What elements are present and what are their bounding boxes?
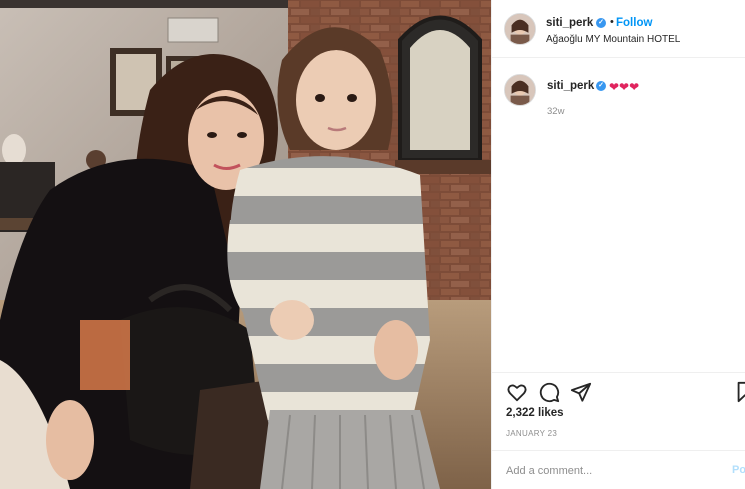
caption-verified-badge-icon: ✓ — [596, 81, 606, 91]
comment-input[interactable] — [506, 462, 706, 480]
caption-avatar-icon[interactable] — [504, 74, 536, 106]
heart-outline-icon[interactable] — [506, 381, 528, 403]
add-comment-section: Po — [492, 450, 745, 489]
separator-dot: • — [610, 16, 614, 28]
follow-button[interactable]: Follow — [616, 17, 652, 29]
post-photo-image — [0, 0, 491, 489]
post-photo[interactable] — [0, 0, 491, 489]
post-actions-bar — [492, 372, 745, 408]
caption-time-ago[interactable]: 32w — [547, 106, 564, 117]
bookmark-icon[interactable] — [734, 381, 745, 403]
post-header: siti_perk ✓ • Follow Ağaoğlu MY Mountain… — [492, 0, 745, 58]
profile-avatar-icon[interactable] — [504, 13, 536, 45]
comment-bubble-icon[interactable] — [538, 381, 560, 403]
post-date[interactable]: JANUARY 23 — [506, 429, 557, 438]
post-comment-button[interactable]: Po — [732, 464, 745, 476]
post-username-link[interactable]: siti_perk — [546, 17, 593, 29]
caption-username-link[interactable]: siti_perk — [547, 80, 594, 92]
caption-text: ❤❤❤ — [609, 80, 640, 94]
post-details-panel: siti_perk ✓ • Follow Ağaoğlu MY Mountain… — [491, 0, 745, 489]
likes-count[interactable]: 2,322 likes — [506, 407, 564, 419]
location-link[interactable]: Ağaoğlu MY Mountain HOTEL — [546, 34, 680, 45]
paper-plane-icon[interactable] — [570, 381, 592, 403]
verified-badge-icon: ✓ — [596, 18, 606, 28]
